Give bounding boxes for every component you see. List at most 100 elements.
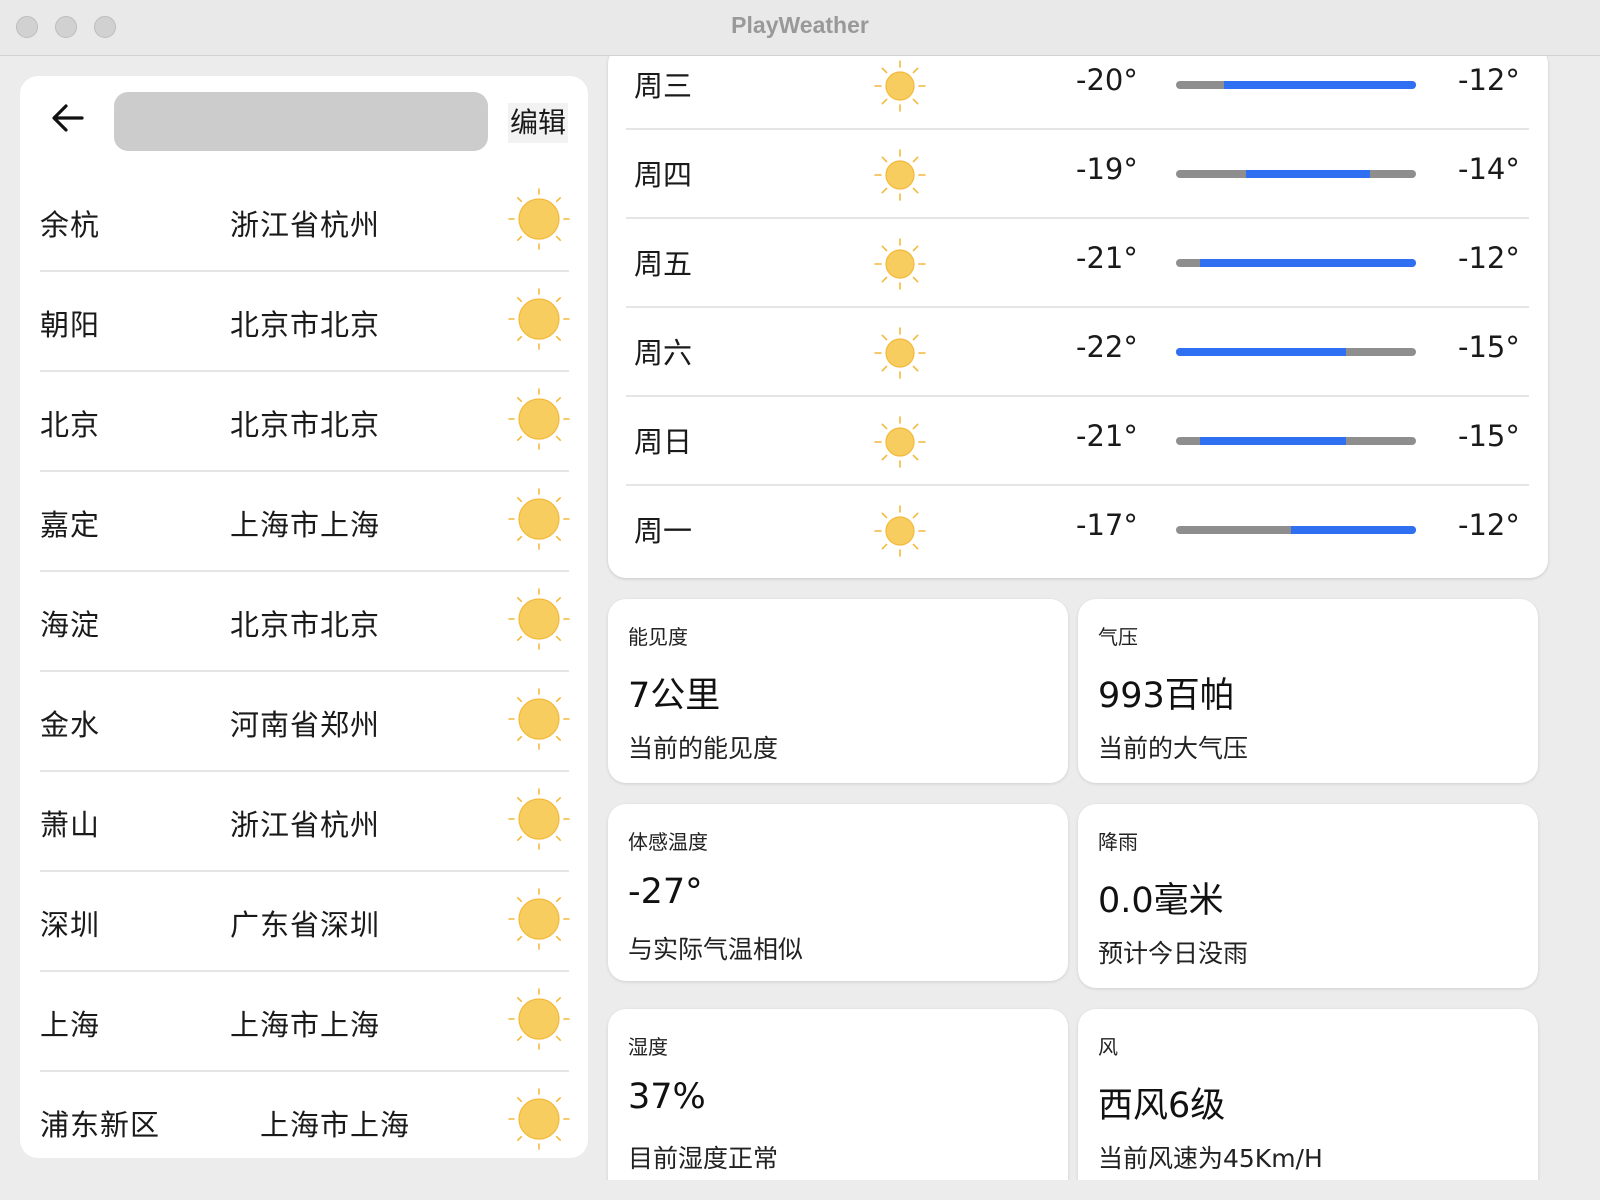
card-description: 与实际气温相似 [628,935,804,964]
card-value: 37% [628,1077,706,1117]
arrow-left-icon [52,104,84,132]
city-list-panel: 编辑 余杭 浙江省杭州 朝阳 北京市北京 北京 北京市北京 嘉定 上海市上海 海淀 北京市北京 金水… [20,76,588,1158]
card-label: 降雨 [1098,830,1138,854]
feels-like-card: 体感温度 -27° 与实际气温相似 [608,804,1068,981]
sun-icon [874,327,926,379]
card-label: 气压 [1098,625,1138,649]
sun-icon [508,688,570,750]
card-value: 西风6级 [1098,1086,1226,1126]
forecast-day: 周五 [634,247,693,281]
forecast-day: 周三 [634,69,693,103]
back-button[interactable] [48,98,88,138]
card-description: 当前的能见度 [628,734,779,763]
forecast-day: 周四 [634,158,693,192]
city-name: 嘉定 [40,508,101,542]
low-temp: -19° [1076,152,1138,186]
card-description: 目前湿度正常 [628,1144,779,1173]
temp-range-bar [1176,81,1416,89]
city-row[interactable]: 深圳 广东省深圳 [40,872,570,972]
city-name: 海淀 [40,608,101,642]
sun-icon [874,149,926,201]
forecast-day-row: 周五 -21° -12° [626,219,1529,308]
temp-range-fill [1245,170,1371,178]
forecast-day-row: 周四 -19° -14° [626,130,1529,219]
card-value: -27° [628,872,703,912]
city-name: 上海 [40,1008,101,1042]
card-label: 湿度 [628,1035,668,1059]
card-description: 当前的大气压 [1098,734,1249,763]
temp-range-bar [1176,348,1416,356]
city-row[interactable]: 朝阳 北京市北京 [40,272,570,372]
rain-card: 降雨 0.0毫米 预计今日没雨 [1078,804,1538,988]
city-row[interactable]: 上海 上海市上海 [40,972,570,1072]
edit-button[interactable]: 编辑 [508,103,569,143]
sun-icon [874,238,926,290]
city-province: 上海市上海 [230,1008,381,1042]
sun-icon [874,505,926,557]
humidity-card: 湿度 37% 目前湿度正常 [608,1009,1068,1180]
temp-range-bar [1176,259,1416,267]
city-row[interactable]: 萧山 浙江省杭州 [40,772,570,872]
sun-icon [508,988,570,1050]
temp-range-fill [1291,526,1416,534]
low-temp: -20° [1076,63,1138,97]
forecast-day: 周日 [634,425,693,459]
sun-icon [874,60,926,112]
wind-card: 风 西风6级 当前风速为45Km/H [1078,1009,1538,1180]
city-name: 浦东新区 [40,1108,161,1142]
city-row[interactable]: 浦东新区 上海市上海 [40,1072,570,1158]
card-description: 预计今日没雨 [1098,939,1249,968]
forecast-day-row: 周六 -22° -15° [626,308,1529,397]
app-content: 编辑 余杭 浙江省杭州 朝阳 北京市北京 北京 北京市北京 嘉定 上海市上海 海淀 北京市北京 金水… [0,56,1600,1180]
city-name: 余杭 [40,208,101,242]
temp-range-fill [1200,437,1347,445]
city-province: 北京市北京 [230,608,381,642]
temp-range-fill [1224,81,1416,89]
city-province: 浙江省杭州 [230,808,381,842]
city-row[interactable]: 嘉定 上海市上海 [40,472,570,572]
high-temp: -15° [1458,419,1520,453]
city-province: 广东省深圳 [230,908,381,942]
city-search-input[interactable] [114,92,488,151]
sun-icon [508,588,570,650]
card-description: 当前风速为45Km/H [1098,1144,1323,1173]
city-name: 萧山 [40,808,101,842]
high-temp: -12° [1458,508,1520,542]
title-bar: PlayWeather [0,0,1600,56]
card-value: 7公里 [628,676,721,716]
forecast-day-row: 周三 -20° -12° [626,56,1529,130]
temp-range-bar [1176,437,1416,445]
high-temp: -14° [1458,152,1520,186]
temp-range-bar [1176,526,1416,534]
city-name: 金水 [40,708,101,742]
city-row[interactable]: 北京 北京市北京 [40,372,570,472]
city-row[interactable]: 金水 河南省郑州 [40,672,570,772]
city-name: 朝阳 [40,308,101,342]
temp-range-bar [1176,170,1416,178]
sun-icon [508,288,570,350]
card-value: 0.0毫米 [1098,881,1224,921]
high-temp: -12° [1458,241,1520,275]
forecast-day: 周六 [634,336,693,370]
card-label: 能见度 [628,625,688,649]
city-name: 深圳 [40,908,101,942]
sun-icon [508,488,570,550]
card-label: 体感温度 [628,830,708,854]
city-row[interactable]: 余杭 浙江省杭州 [40,172,570,272]
city-province: 上海市上海 [260,1108,411,1142]
sun-icon [508,388,570,450]
temp-range-fill [1176,348,1347,356]
window-title: PlayWeather [731,12,869,38]
forecast-day-row: 周日 -21° -15° [626,397,1529,486]
city-row[interactable]: 海淀 北京市北京 [40,572,570,672]
weekly-forecast-card: 周三 -20° -12° 周四 -19° -14° 周五 -21° -12° 周六 -22° -15°… [608,56,1548,578]
forecast-day-row: 周一 -17° -12° [626,486,1529,575]
sun-icon [508,1088,570,1150]
low-temp: -21° [1076,419,1138,453]
card-value: 993百帕 [1098,676,1235,716]
city-province: 北京市北京 [230,408,381,442]
low-temp: -21° [1076,241,1138,275]
city-province: 北京市北京 [230,308,381,342]
city-name: 北京 [40,408,101,442]
city-province: 河南省郑州 [230,708,381,742]
